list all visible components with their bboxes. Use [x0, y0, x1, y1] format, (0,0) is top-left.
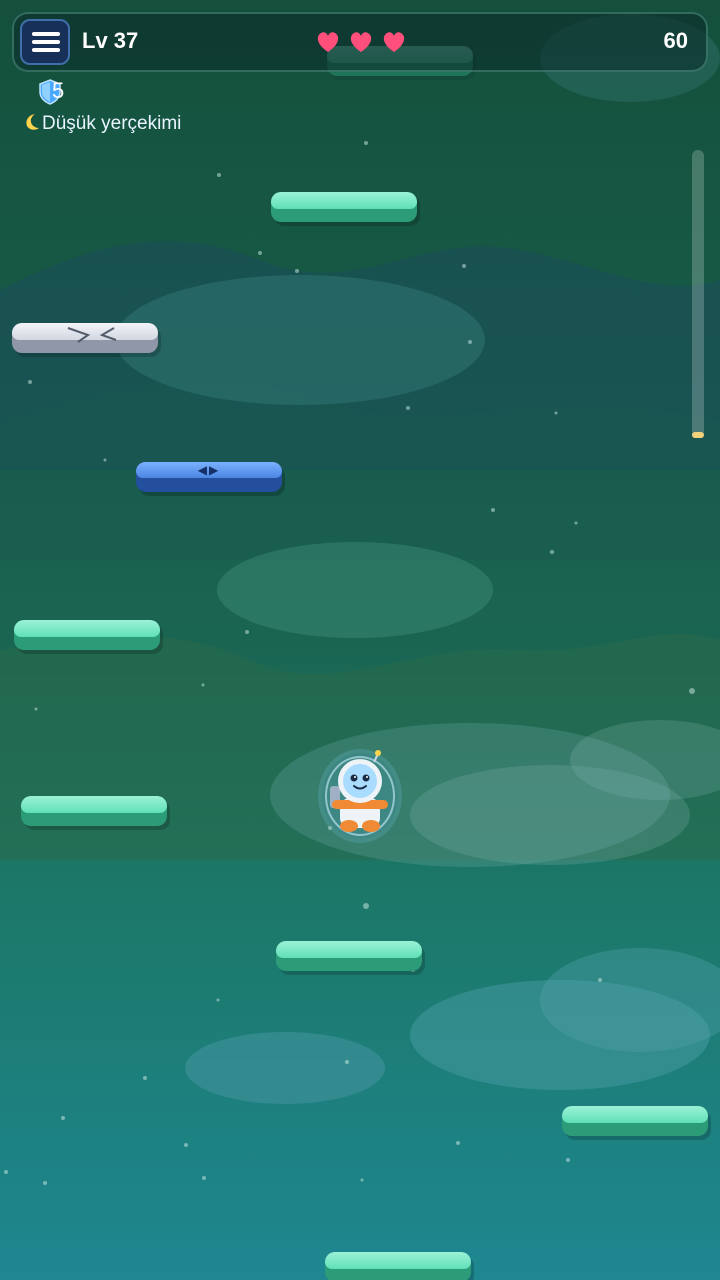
crack-icon	[67, 327, 117, 343]
hamburger-menu-icon	[32, 32, 60, 36]
platform-normal	[14, 620, 160, 650]
hamburger-menu-line	[32, 48, 60, 52]
platform-normal	[325, 1252, 471, 1280]
lives-display	[317, 32, 405, 52]
heart-icon	[350, 32, 372, 52]
player-astronaut	[318, 749, 402, 843]
status-effect-label: Düşük yerçekimi	[42, 113, 182, 134]
hamburger-menu-line	[32, 40, 60, 44]
height-progress-fill	[692, 432, 704, 438]
platform-normal	[276, 941, 422, 971]
menu-button[interactable]	[20, 19, 70, 65]
left-right-arrows-icon: ◀▶	[197, 463, 221, 477]
shield-count: 5	[52, 78, 65, 103]
platform-normal	[271, 192, 417, 222]
game-stage[interactable]: ◀▶ Lv 37 60 5 Düşük yerçekimi	[0, 0, 720, 1280]
heart-icon	[383, 32, 405, 52]
level-label: Lv 37	[82, 28, 139, 53]
status-effect: Düşük yerçekimi	[22, 112, 181, 135]
platform-normal	[562, 1106, 708, 1136]
platform-moving: ◀▶	[136, 462, 282, 492]
platform-cracked	[12, 323, 158, 353]
heart-icon	[317, 32, 339, 52]
platform-normal	[21, 796, 167, 826]
score-value: 60	[663, 28, 688, 53]
crescent-moon-icon	[26, 114, 39, 130]
top-hud-bar: Lv 37 60	[12, 12, 708, 72]
height-progress-bar	[692, 150, 704, 438]
